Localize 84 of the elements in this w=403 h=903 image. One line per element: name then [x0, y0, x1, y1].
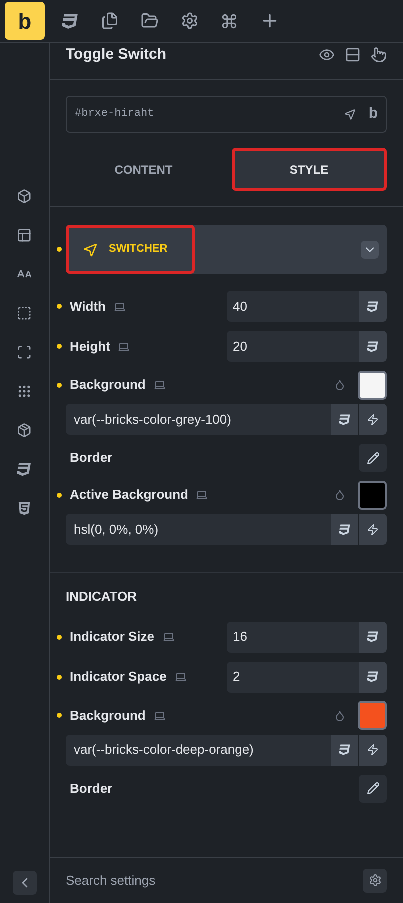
setting-label: Background [70, 376, 146, 394]
setting-label: Indicator Size [70, 628, 155, 646]
frame-icon[interactable] [17, 345, 32, 360]
pages-icon[interactable] [101, 12, 119, 30]
laptop-icon [114, 300, 126, 312]
css-button[interactable] [331, 404, 359, 435]
lightning-icon [367, 744, 379, 756]
grid-icon[interactable] [17, 384, 32, 399]
dynamic-data-button[interactable] [359, 734, 387, 766]
css-icon [338, 524, 350, 536]
css-icon [367, 300, 379, 312]
collapse-button[interactable] [12, 871, 36, 895]
number-field[interactable]: 20 [227, 331, 387, 362]
css-icon[interactable] [17, 462, 32, 477]
layout-icon[interactable] [17, 228, 32, 243]
bricks-badge[interactable]: b [368, 103, 378, 126]
number-field[interactable]: 16 [227, 622, 387, 652]
html-icon[interactable] [17, 501, 32, 516]
cube-icon[interactable] [17, 189, 32, 204]
section-heading: INDICATOR [66, 588, 138, 606]
number-field[interactable]: 40 [227, 291, 387, 322]
css-button[interactable] [359, 331, 387, 362]
css-icon [367, 631, 379, 643]
element-title: Toggle Switch [66, 44, 167, 65]
logo[interactable]: b [5, 2, 45, 40]
cursor-icon [83, 242, 99, 258]
pencil-icon [366, 782, 380, 795]
setting-label: Background [70, 706, 146, 725]
css-icon [338, 414, 350, 426]
laptop-icon [118, 340, 130, 352]
search-field[interactable]: Search settings [66, 870, 363, 890]
chevron-down-icon[interactable] [361, 240, 379, 258]
color-value-field[interactable]: var(--bricks-color-grey-100) [66, 404, 387, 435]
css-button[interactable] [359, 622, 387, 652]
id-field[interactable]: #brxe-hiraht b [66, 96, 387, 133]
laptop-icon [174, 671, 187, 683]
setting-label: Width [70, 298, 106, 316]
setting-label: Active Background [70, 486, 188, 504]
settings-icon[interactable] [181, 12, 199, 30]
css-button[interactable] [359, 662, 387, 692]
setting-label: Height [70, 338, 110, 356]
dynamic-data-button[interactable] [359, 404, 387, 435]
spacing-icon[interactable] [17, 306, 32, 321]
edit-button[interactable] [359, 774, 387, 802]
css-button[interactable] [331, 734, 359, 766]
css-icon[interactable] [62, 12, 79, 30]
droplet-icon[interactable] [334, 379, 346, 391]
laptop-icon [196, 489, 208, 501]
setting-label: Indicator Space [70, 668, 167, 686]
settings-button[interactable] [363, 868, 387, 892]
css-button[interactable] [359, 291, 387, 322]
folder-icon[interactable] [141, 12, 159, 30]
tab[interactable]: STYLE [232, 148, 387, 191]
group-header[interactable]: SWITCHER [66, 225, 387, 274]
lightning-icon [367, 414, 379, 426]
laptop-icon [154, 710, 166, 722]
hand-pointer-icon[interactable] [371, 47, 387, 63]
settings-icon [368, 874, 382, 887]
setting-label: Border [70, 449, 113, 468]
css-icon [367, 671, 379, 683]
droplet-icon[interactable] [334, 489, 346, 501]
color-value-field[interactable]: var(--bricks-color-deep-orange) [66, 734, 387, 766]
css-icon [367, 340, 379, 352]
tab[interactable]: CONTENT [66, 148, 222, 191]
edit-button[interactable] [359, 444, 387, 472]
group-title: SWITCHER [66, 225, 195, 274]
setting-label: Border [70, 780, 113, 798]
color-swatch[interactable] [358, 370, 387, 400]
dynamic-data-button[interactable] [359, 514, 387, 545]
box-icon[interactable] [17, 423, 32, 438]
number-field[interactable]: 2 [227, 662, 387, 692]
color-swatch[interactable] [358, 480, 387, 510]
css-button[interactable] [331, 514, 359, 545]
command-icon[interactable] [221, 12, 238, 30]
laptop-icon [162, 631, 175, 643]
droplet-icon[interactable] [334, 710, 346, 722]
css-icon [338, 744, 350, 756]
color-value-field[interactable]: hsl(0, 0%, 0%) [66, 514, 387, 545]
lightning-icon [367, 524, 379, 536]
laptop-icon [154, 379, 166, 391]
pencil-icon [366, 452, 380, 464]
cursor-icon[interactable] [344, 108, 357, 121]
eye-icon[interactable] [319, 47, 335, 63]
color-swatch[interactable] [358, 701, 387, 730]
